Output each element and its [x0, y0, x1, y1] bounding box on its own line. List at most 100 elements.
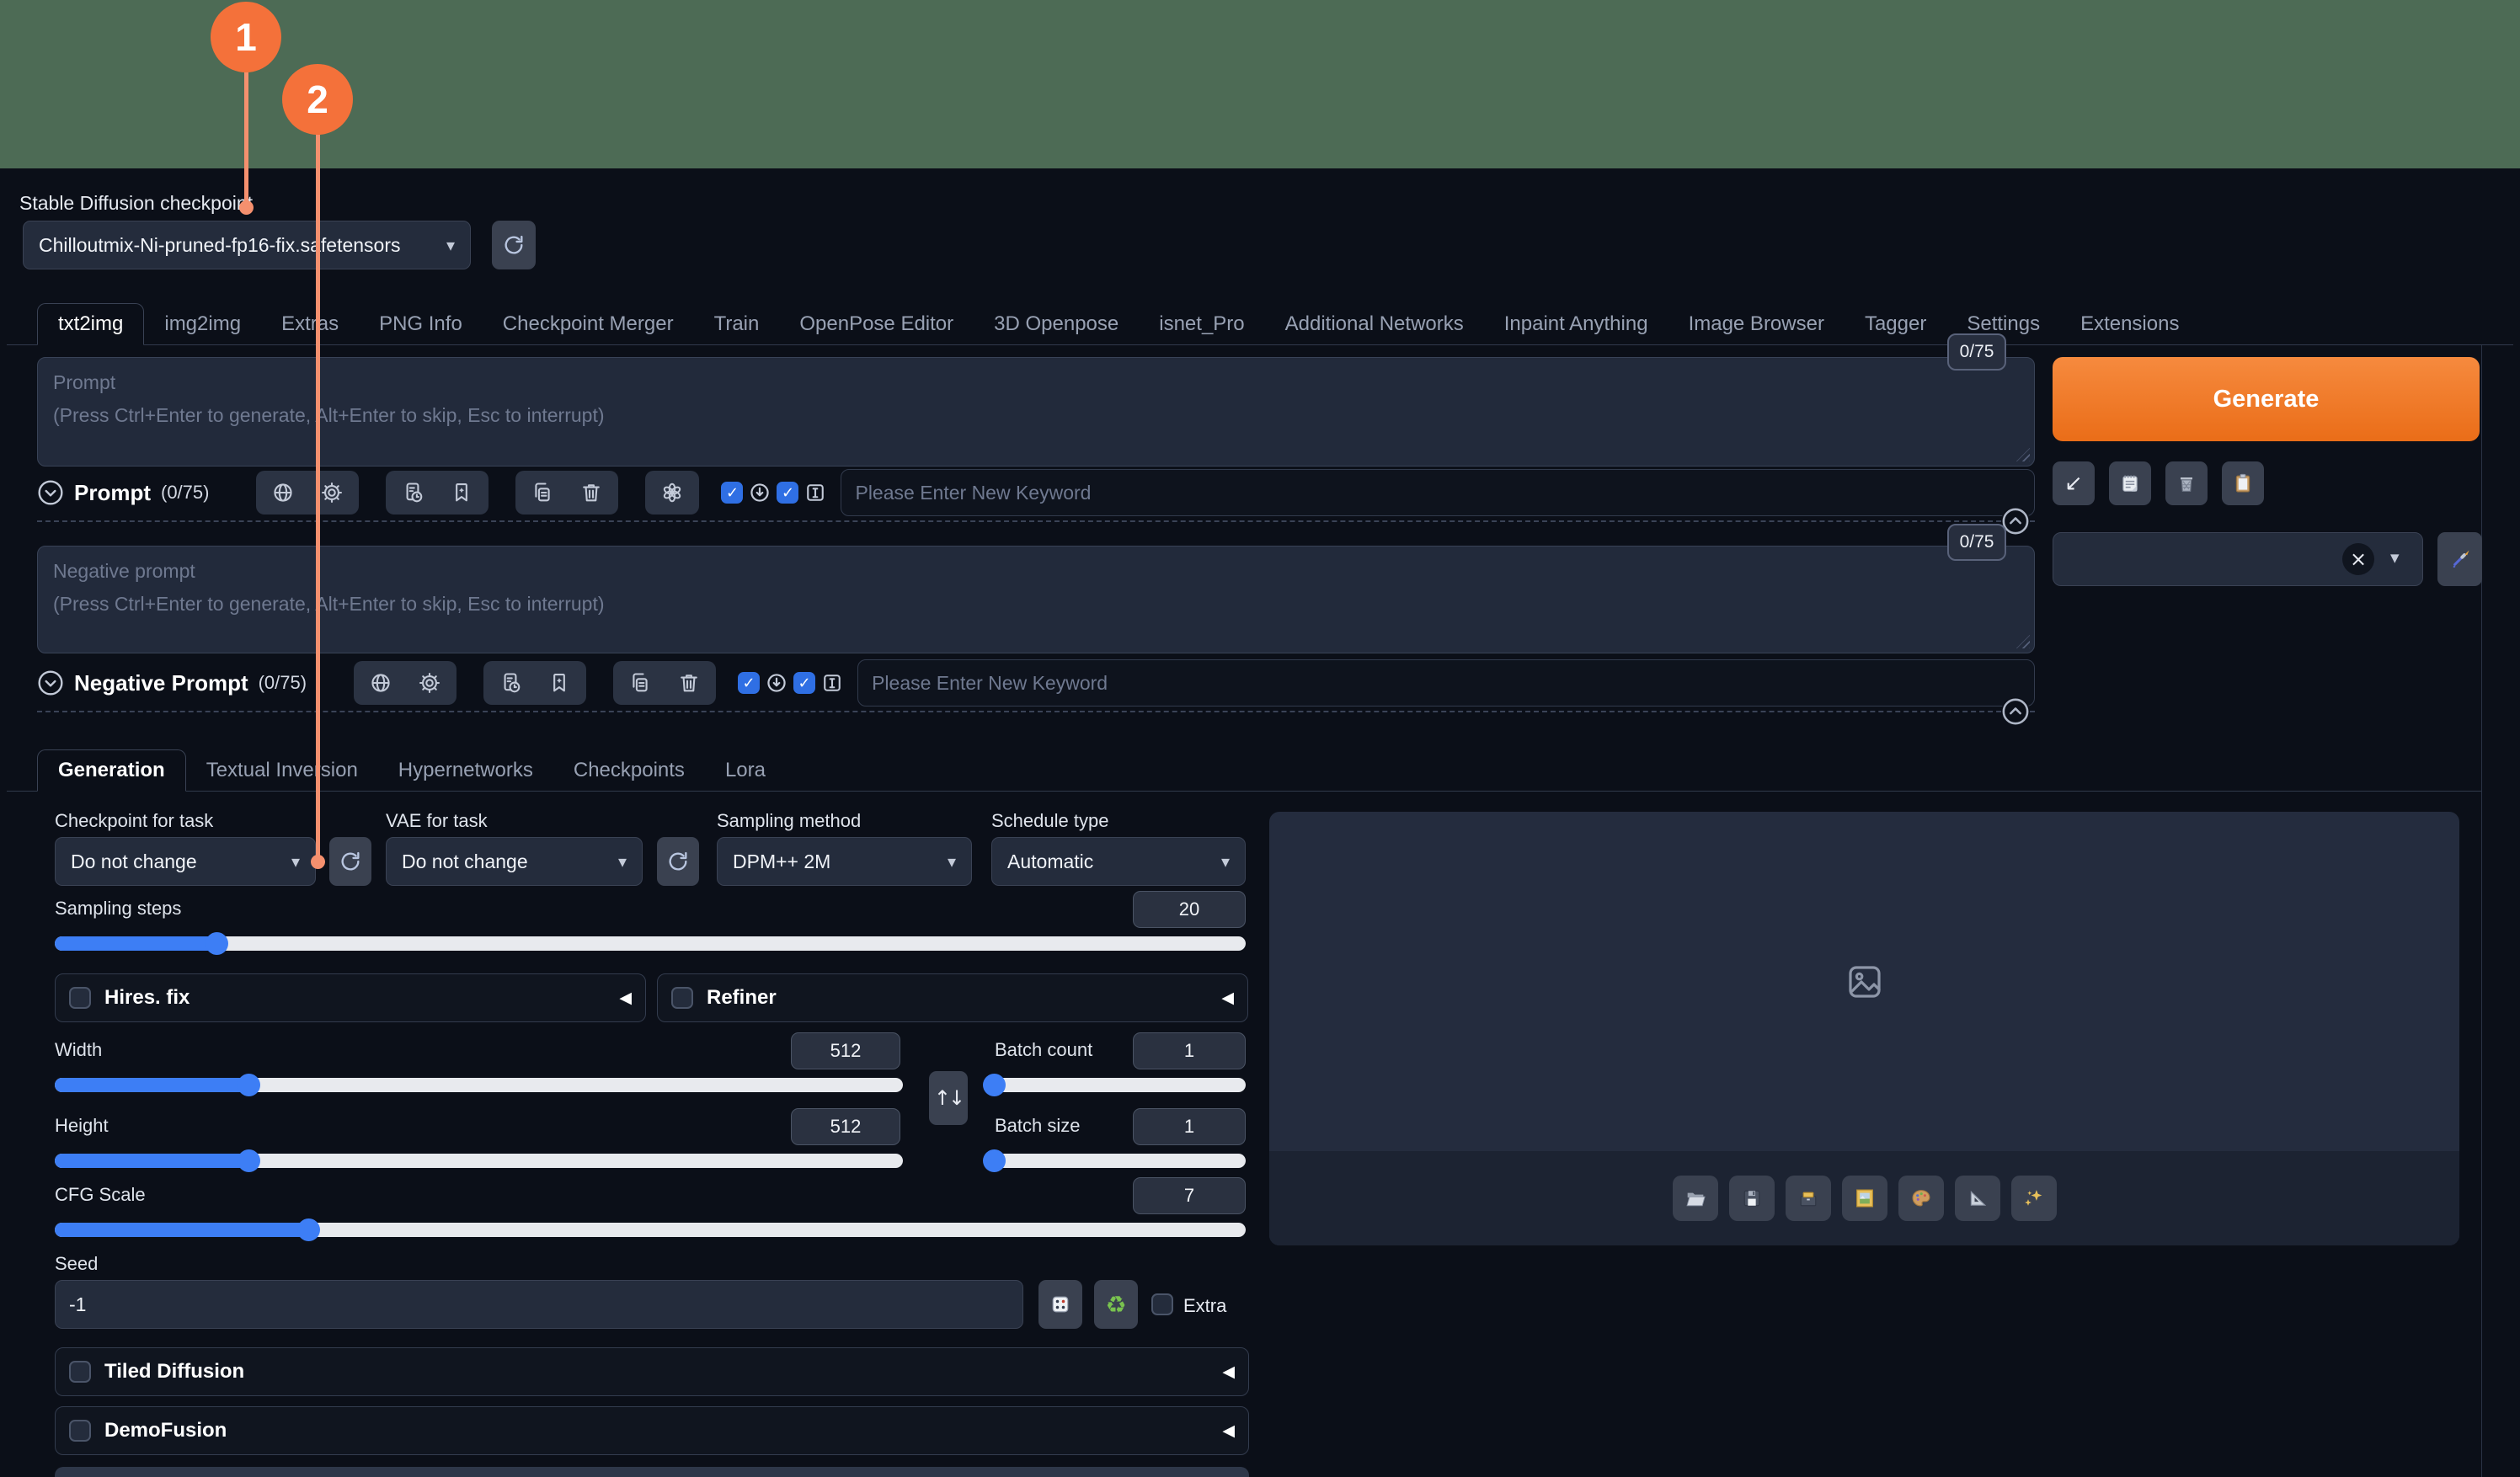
- send-to-img2img-button[interactable]: [1842, 1176, 1887, 1221]
- generate-button[interactable]: Generate: [2053, 357, 2480, 441]
- hires-fix-checkbox[interactable]: ✓: [69, 987, 91, 1009]
- tab-txt2img[interactable]: txt2img: [37, 303, 144, 345]
- tab-extensions[interactable]: Extensions: [2060, 304, 2199, 344]
- openai-icon[interactable]: [660, 481, 684, 504]
- tab-lora[interactable]: Lora: [705, 750, 786, 791]
- bookmark-icon[interactable]: [450, 481, 473, 504]
- prompt-textarea[interactable]: Prompt (Press Ctrl+Enter to generate, Al…: [37, 357, 2035, 467]
- restore-icon[interactable]: [765, 671, 788, 695]
- paste-button[interactable]: [2222, 461, 2264, 505]
- seed-extra-checkbox[interactable]: ✓: [1151, 1293, 1173, 1315]
- schedule-type-dropdown[interactable]: Automatic▾: [991, 837, 1246, 886]
- checkpoint-task-refresh-button[interactable]: [329, 837, 371, 886]
- copy-icon[interactable]: [628, 671, 652, 695]
- gear-icon[interactable]: [320, 481, 344, 504]
- tab-isnet-pro[interactable]: isnet_Pro: [1139, 304, 1264, 344]
- trash-icon[interactable]: [579, 481, 603, 504]
- swap-dimensions-button[interactable]: ↑↓: [929, 1071, 968, 1125]
- slider-thumb[interactable]: [238, 1149, 260, 1172]
- text-cursor-icon[interactable]: [820, 671, 844, 695]
- tab-extras[interactable]: Extras: [261, 304, 359, 344]
- sampling-steps-slider[interactable]: [55, 936, 1246, 951]
- notepad-button[interactable]: [2109, 461, 2151, 505]
- checkpoint-dropdown[interactable]: Chilloutmix-Ni-pruned-fp16-fix.safetenso…: [23, 221, 471, 269]
- globe-icon[interactable]: [369, 671, 392, 695]
- tab-tagger[interactable]: Tagger: [1845, 304, 1946, 344]
- batch-count-slider[interactable]: [991, 1078, 1246, 1092]
- tab-img2img[interactable]: img2img: [144, 304, 261, 344]
- upscale-button[interactable]: [2011, 1176, 2057, 1221]
- send-to-icon[interactable]: ↙: [2053, 461, 2095, 505]
- tab-additional-networks[interactable]: Additional Networks: [1265, 304, 1484, 344]
- tiled-diffusion-checkbox[interactable]: ✓: [69, 1361, 91, 1383]
- height-slider[interactable]: [55, 1154, 903, 1168]
- tab-inpaint-anything[interactable]: Inpaint Anything: [1484, 304, 1668, 344]
- negative-keyword-input[interactable]: [857, 659, 2035, 707]
- tiled-diffusion-accordion[interactable]: ✓ Tiled Diffusion ◀: [55, 1347, 1249, 1396]
- globe-icon[interactable]: [271, 481, 295, 504]
- width-value[interactable]: 512: [791, 1032, 900, 1069]
- slider-thumb[interactable]: [206, 932, 228, 955]
- expand-icon[interactable]: [37, 479, 64, 506]
- save-zip-button[interactable]: [1786, 1176, 1831, 1221]
- batch-size-value[interactable]: 1: [1133, 1108, 1246, 1145]
- reuse-seed-button[interactable]: ♻: [1094, 1280, 1138, 1329]
- batch-size-slider[interactable]: [991, 1154, 1246, 1168]
- prompt-keyword-input[interactable]: [841, 469, 2035, 516]
- styles-caret-icon[interactable]: ▾: [2390, 547, 2400, 568]
- history-doc-icon[interactable]: [401, 481, 424, 504]
- batch-count-value[interactable]: 1: [1133, 1032, 1246, 1069]
- send-to-inpaint-button[interactable]: [1898, 1176, 1944, 1221]
- collapse-icon[interactable]: [2001, 697, 2030, 726]
- tab-image-browser[interactable]: Image Browser: [1668, 304, 1845, 344]
- sampling-method-dropdown[interactable]: DPM++ 2M▾: [717, 837, 972, 886]
- vae-refresh-button[interactable]: [657, 837, 699, 886]
- demofusion-checkbox[interactable]: ✓: [69, 1420, 91, 1442]
- resize-handle-icon[interactable]: [2016, 448, 2030, 461]
- cfg-scale-value[interactable]: 7: [1133, 1177, 1246, 1214]
- expand-icon[interactable]: [37, 669, 64, 696]
- refiner-accordion[interactable]: ✓ Refiner ◀: [657, 973, 1248, 1022]
- trash-icon[interactable]: [677, 671, 701, 695]
- width-slider[interactable]: [55, 1078, 903, 1092]
- slider-thumb[interactable]: [983, 1074, 1006, 1096]
- clear-prompt-button[interactable]: [2165, 461, 2208, 505]
- negative-prompt-textarea[interactable]: Negative prompt (Press Ctrl+Enter to gen…: [37, 546, 2035, 653]
- vae-for-task-dropdown[interactable]: Do not change▾: [386, 837, 643, 886]
- tab-checkpoints[interactable]: Checkpoints: [553, 750, 705, 791]
- resize-handle-icon[interactable]: [2016, 635, 2030, 648]
- sampling-steps-value[interactable]: 20: [1133, 891, 1246, 928]
- negative-keyword-toggle-2[interactable]: ✓: [793, 672, 815, 694]
- tab-checkpoint-merger[interactable]: Checkpoint Merger: [483, 304, 694, 344]
- prompt-keyword-toggle-2[interactable]: ✓: [777, 482, 798, 504]
- tab-3d-openpose[interactable]: 3D Openpose: [974, 304, 1139, 344]
- tab-generation[interactable]: Generation: [37, 749, 186, 792]
- send-to-extras-button[interactable]: [1955, 1176, 2000, 1221]
- slider-thumb[interactable]: [238, 1074, 260, 1096]
- restore-icon[interactable]: [748, 481, 771, 504]
- apply-style-button[interactable]: [2437, 532, 2482, 586]
- checkpoint-for-task-dropdown[interactable]: Do not change▾: [55, 837, 316, 886]
- demofusion-accordion[interactable]: ✓ DemoFusion ◀: [55, 1406, 1249, 1455]
- height-value[interactable]: 512: [791, 1108, 900, 1145]
- refiner-checkbox[interactable]: ✓: [671, 987, 693, 1009]
- hires-fix-accordion[interactable]: ✓ Hires. fix ◀: [55, 973, 646, 1022]
- tab-hypernetworks[interactable]: Hypernetworks: [378, 750, 553, 791]
- slider-thumb[interactable]: [983, 1149, 1006, 1172]
- cfg-scale-slider[interactable]: [55, 1223, 1246, 1237]
- seed-input[interactable]: -1: [55, 1280, 1023, 1329]
- tab-train[interactable]: Train: [694, 304, 780, 344]
- history-doc-icon[interactable]: [499, 671, 522, 695]
- tab-openpose-editor[interactable]: OpenPose Editor: [779, 304, 974, 344]
- text-cursor-icon[interactable]: [804, 481, 827, 504]
- open-folder-button[interactable]: [1673, 1176, 1718, 1221]
- save-image-button[interactable]: [1729, 1176, 1775, 1221]
- tab-png-info[interactable]: PNG Info: [359, 304, 483, 344]
- prompt-keyword-toggle-1[interactable]: ✓: [721, 482, 743, 504]
- gear-icon[interactable]: [418, 671, 441, 695]
- negative-keyword-toggle-1[interactable]: ✓: [738, 672, 760, 694]
- clear-icon[interactable]: ×: [2342, 543, 2374, 575]
- copy-icon[interactable]: [531, 481, 554, 504]
- bookmark-icon[interactable]: [547, 671, 571, 695]
- slider-thumb[interactable]: [297, 1218, 320, 1241]
